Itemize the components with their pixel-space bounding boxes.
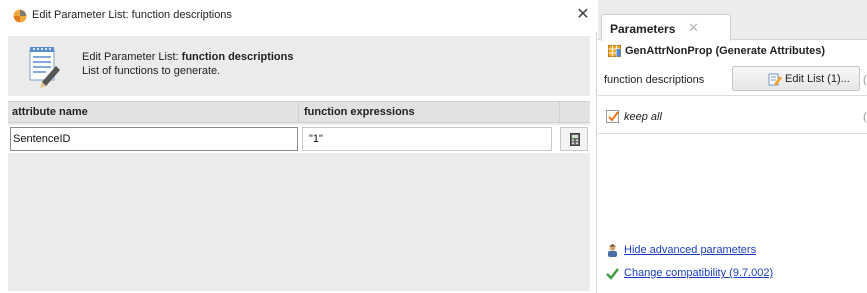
param-row-function-descriptions: function descriptions Edit List (1)... ( [598, 62, 867, 96]
param-label: function descriptions [604, 74, 705, 86]
rapidminer-logo-icon [13, 9, 27, 23]
help-indicator: ( [863, 111, 867, 123]
operator-header: GenAttrNonProp (Generate Attributes) [598, 41, 867, 61]
edit-list-label: Edit List (1)... [785, 73, 850, 85]
header-title: Edit Parameter List: function descriptio… [82, 51, 294, 63]
edit-parameter-list-dialog: Edit Parameter List: function descriptio… [0, 0, 597, 293]
column-header-function-expressions[interactable]: function expressions [300, 102, 560, 123]
change-compatibility-row: Change compatibility (9.7.002) [606, 266, 866, 282]
expression-editor-button[interactable] [560, 127, 588, 151]
header-title-prefix: Edit Parameter List: [82, 51, 182, 63]
edit-list-button[interactable]: Edit List (1)... [732, 66, 860, 91]
header-title-bold: function descriptions [181, 51, 294, 63]
green-check-icon [606, 267, 619, 280]
tab-close-icon[interactable]: ✕ [688, 20, 699, 36]
user-wizard-icon [606, 244, 619, 257]
keep-all-label: keep all [624, 111, 662, 123]
dialog-title: Edit Parameter List: function descriptio… [32, 9, 232, 21]
edit-list-icon [768, 73, 782, 86]
operator-name: GenAttrNonProp (Generate Attributes) [625, 45, 826, 57]
parameter-list-table: attribute name function expressions "1" [8, 101, 590, 291]
calculator-icon [570, 133, 580, 146]
table-row: "1" [8, 125, 590, 153]
dialog-header: Edit Parameter List: function descriptio… [8, 36, 590, 96]
function-expression-field[interactable]: "1" [302, 127, 552, 151]
dialog-titlebar: Edit Parameter List: function descriptio… [0, 0, 597, 32]
tab-parameters[interactable]: Parameters ✕ [601, 14, 731, 41]
parameters-panel: Parameters ✕ GenAttrNonProp (Generate At… [598, 0, 867, 293]
hide-advanced-row: Hide advanced parameters [606, 243, 866, 259]
tab-parameters-label: Parameters [610, 22, 676, 36]
header-description: List of functions to generate. [82, 65, 221, 77]
keep-all-checkbox[interactable] [606, 110, 619, 123]
help-indicator: ( [863, 74, 867, 86]
close-icon[interactable]: ✕ [575, 6, 591, 24]
param-row-keep-all: keep all ( [598, 100, 867, 134]
attribute-name-input[interactable] [10, 127, 298, 151]
parameters-tabstrip: Parameters ✕ [598, 0, 867, 41]
notepad-pencil-icon [26, 44, 64, 90]
column-header-attribute-name[interactable]: attribute name [8, 102, 299, 123]
hide-advanced-parameters-link[interactable]: Hide advanced parameters [624, 244, 756, 256]
table-header: attribute name function expressions [8, 101, 590, 123]
generate-attributes-icon [608, 45, 621, 57]
change-compatibility-link[interactable]: Change compatibility (9.7.002) [624, 267, 773, 279]
checkmark-icon [608, 111, 619, 122]
